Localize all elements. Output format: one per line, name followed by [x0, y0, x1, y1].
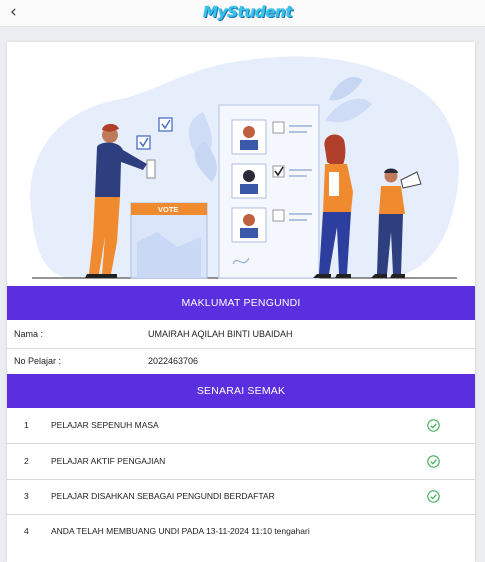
check-circle-icon: [427, 455, 440, 468]
voting-illustration: VOTE: [30, 56, 459, 279]
voter-name-value: UMAIRAH AQILAH BINTI UBAIDAH: [148, 329, 293, 339]
app-header: ‹ MyStudent: [0, 0, 485, 27]
back-button[interactable]: ‹: [10, 2, 28, 22]
student-id-label: No Pelajar :: [14, 356, 62, 366]
ballot-box-label: VOTE: [158, 205, 178, 214]
checklist-item-number: 4: [24, 526, 29, 536]
app-logo: MyStudent: [203, 3, 293, 21]
voter-card: VOTE MAKLUMAT PENGUNDI Nama : UMAIRAH AQ…: [7, 42, 475, 562]
checklist-item: 1 PELAJAR SEPENUH MASA: [7, 408, 475, 444]
checklist-item: 4 ANDA TELAH MEMBUANG UNDI PADA 13-11-20…: [7, 514, 475, 549]
checklist-item: 2 PELAJAR AKTIF PENGAJIAN: [7, 444, 475, 480]
check-circle-icon: [427, 419, 440, 432]
check-circle-icon: [427, 490, 440, 503]
voter-info-header: MAKLUMAT PENGUNDI: [7, 286, 475, 320]
checklist-item-text: ANDA TELAH MEMBUANG UNDI PADA 13-11-2024…: [51, 526, 310, 536]
student-id-value: 2022463706: [148, 356, 199, 366]
checklist-item-text: PELAJAR AKTIF PENGAJIAN: [51, 456, 166, 466]
student-id-row: No Pelajar : 2022463706: [7, 348, 475, 374]
checklist-item-number: 3: [24, 491, 29, 501]
checklist-item: 3 PELAJAR DISAHKAN SEBAGAI PENGUNDI BERD…: [7, 479, 475, 515]
voter-name-label: Nama :: [14, 329, 44, 339]
checklist-item-text: PELAJAR SEPENUH MASA: [51, 420, 159, 430]
checklist-item-number: 1: [24, 420, 29, 430]
checklist-header: SENARAI SEMAK: [7, 374, 475, 408]
voter-name-row: Nama : UMAIRAH AQILAH BINTI UBAIDAH: [7, 320, 475, 348]
checklist-item-text: PELAJAR DISAHKAN SEBAGAI PENGUNDI BERDAF…: [51, 491, 275, 501]
checklist-item-number: 2: [24, 456, 29, 466]
chevron-left-icon[interactable]: ‹: [10, 2, 17, 22]
